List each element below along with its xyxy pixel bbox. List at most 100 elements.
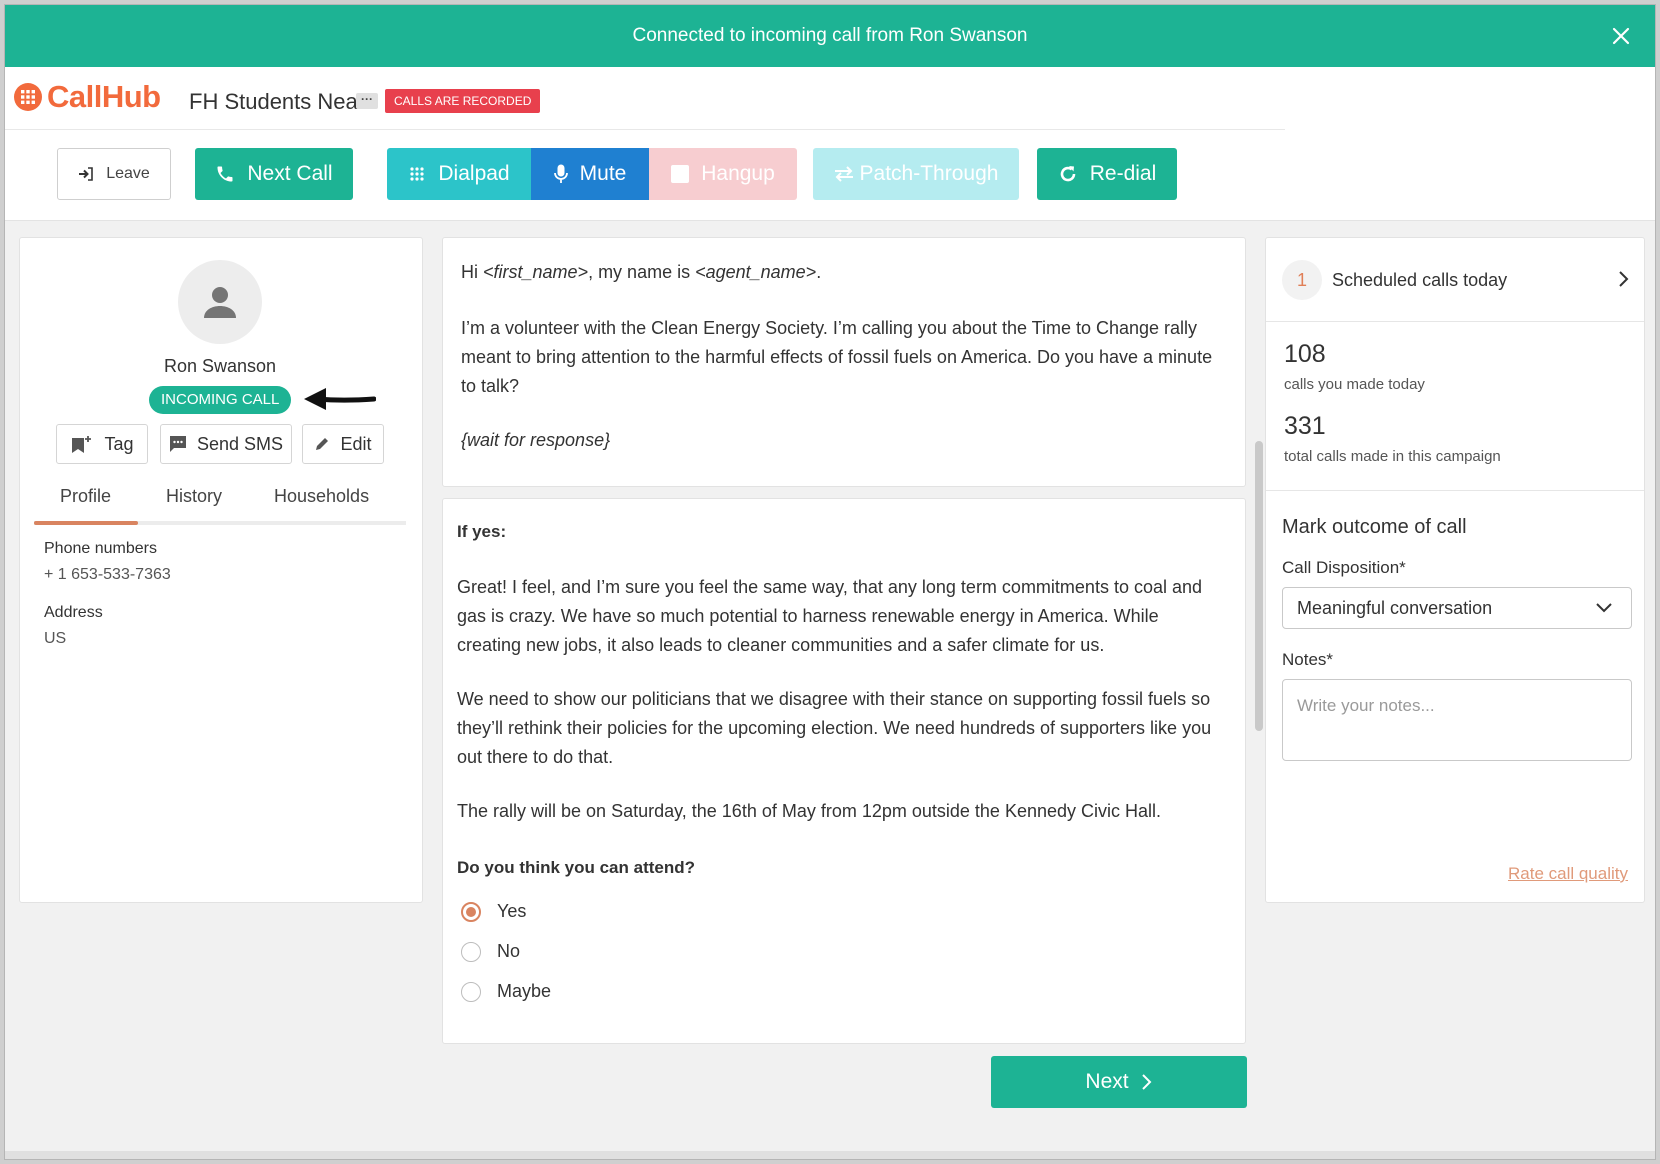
- next-label: Next: [1085, 1070, 1129, 1093]
- option-yes[interactable]: Yes: [461, 901, 526, 922]
- option-maybe-label: Maybe: [497, 981, 552, 1001]
- calls-today-count: 108: [1284, 340, 1326, 368]
- first-name-placeholder: <first_name>: [483, 262, 589, 282]
- phone-numbers-label: Phone numbers: [44, 540, 157, 557]
- redial-label: Re-dial: [1089, 162, 1157, 185]
- hangup-label: Hangup: [701, 162, 775, 185]
- call-stats-panel: 1 Scheduled calls today 108 calls you ma…: [1265, 237, 1645, 903]
- campaign-name: FH Students Nea: [189, 89, 358, 114]
- next-call-label: Next Call: [247, 162, 333, 185]
- phone-number-value: + 1 653-533-7363: [44, 566, 171, 583]
- dialpad-label: Dialpad: [438, 162, 510, 185]
- app-window: Connected to incoming call from Ron Swan…: [4, 4, 1656, 1160]
- radio-maybe[interactable]: [461, 981, 481, 1002]
- survey-question: Do you think you can attend?: [457, 858, 696, 877]
- tab-profile[interactable]: Profile: [60, 486, 111, 507]
- redo-icon: [1060, 166, 1076, 182]
- bottom-strip: [5, 1151, 1655, 1159]
- close-icon[interactable]: [1609, 24, 1633, 48]
- calls-today-label: calls you made today: [1284, 376, 1425, 393]
- header: CallHub FH Students Nea ··· CALLS ARE RE…: [5, 67, 1655, 221]
- dialpad-icon: [410, 167, 424, 181]
- next-button[interactable]: Next: [991, 1056, 1247, 1108]
- outcome-title: Mark outcome of call: [1282, 516, 1467, 538]
- radio-no[interactable]: [461, 941, 481, 962]
- option-maybe[interactable]: Maybe: [461, 981, 551, 1002]
- scheduled-count: 1: [1282, 260, 1322, 300]
- total-calls-label: total calls made in this campaign: [1284, 448, 1501, 465]
- banner-message: Connected to incoming call from Ron Swan…: [632, 25, 1028, 46]
- logo-text: CallHub: [47, 79, 161, 114]
- callhub-logo: CallHub: [13, 79, 161, 115]
- script-paragraph-2: We need to show our politicians that we …: [457, 689, 1212, 767]
- mute-label: Mute: [579, 162, 627, 185]
- option-no[interactable]: No: [461, 941, 520, 962]
- greeting-mid: , my name is: [588, 262, 696, 282]
- chevron-right-icon: [1141, 1074, 1152, 1090]
- avatar: [178, 260, 262, 344]
- dialpad-button[interactable]: Dialpad: [387, 148, 533, 200]
- leave-label: Leave: [106, 165, 150, 182]
- address-label: Address: [44, 604, 103, 621]
- scheduled-calls-row[interactable]: 1 Scheduled calls today: [1266, 238, 1644, 322]
- radio-yes[interactable]: [461, 901, 481, 922]
- header-divider: [5, 129, 1285, 130]
- address-value: US: [44, 630, 67, 647]
- contact-profile-panel: Ron Swanson INCOMING CALL Tag Send SMS E…: [19, 237, 423, 903]
- campaign-more-button[interactable]: ···: [356, 93, 378, 109]
- tab-households[interactable]: Households: [274, 486, 369, 507]
- mute-button[interactable]: Mute: [531, 148, 649, 200]
- user-icon: [204, 287, 236, 318]
- patch-through-label: Patch-Through: [859, 162, 999, 185]
- script-wait-note: {wait for response}: [461, 430, 611, 450]
- send-sms-button[interactable]: Send SMS: [160, 424, 292, 464]
- stop-icon: [671, 165, 690, 183]
- leave-button[interactable]: Leave: [57, 148, 171, 200]
- call-banner: Connected to incoming call from Ron Swan…: [5, 5, 1655, 67]
- hangup-button[interactable]: Hangup: [649, 148, 797, 200]
- tab-history[interactable]: History: [166, 486, 222, 507]
- incoming-call-badge: INCOMING CALL: [149, 386, 292, 414]
- chevron-down-icon: [1596, 603, 1612, 613]
- greeting-hi: Hi: [461, 262, 483, 282]
- option-yes-label: Yes: [497, 901, 527, 921]
- edit-label: Edit: [340, 433, 372, 454]
- notes-label: Notes*: [1282, 650, 1334, 669]
- exchange-icon: [834, 166, 853, 182]
- chat-icon: [169, 436, 186, 452]
- calls-recorded-badge: CALLS ARE RECORDED: [385, 89, 541, 113]
- greeting-end: .: [816, 262, 822, 282]
- arrow-left-icon: [304, 388, 376, 410]
- bookmark-plus-icon: [72, 436, 92, 453]
- script-paragraph-1: Great! I feel, and I’m sure you feel the…: [457, 577, 1203, 655]
- script-main-panel: If yes: Great! I feel, and I’m sure you …: [442, 498, 1246, 1044]
- contact-name: Ron Swanson: [163, 356, 277, 376]
- pencil-icon: [316, 438, 329, 450]
- next-call-button[interactable]: Next Call: [195, 148, 353, 200]
- if-yes-heading: If yes:: [457, 522, 507, 541]
- rate-call-quality-link[interactable]: Rate call quality: [1266, 864, 1628, 884]
- script-scrollbar[interactable]: [1255, 441, 1263, 731]
- sign-in-icon: [79, 167, 94, 181]
- total-calls-count: 331: [1284, 412, 1326, 440]
- scheduled-label: Scheduled calls today: [1332, 270, 1508, 290]
- script-paragraph-3: The rally will be on Saturday, the 16th …: [457, 801, 1162, 821]
- patch-through-button[interactable]: Patch-Through: [813, 148, 1019, 200]
- microphone-icon: [553, 164, 568, 183]
- agent-name-placeholder: <agent_name>: [695, 262, 817, 282]
- tag-label: Tag: [104, 433, 134, 454]
- active-tab-indicator: [34, 521, 138, 525]
- redial-button[interactable]: Re-dial: [1037, 148, 1177, 200]
- disposition-label: Call Disposition*: [1282, 558, 1406, 577]
- edit-button[interactable]: Edit: [302, 424, 384, 464]
- notes-input[interactable]: [1282, 679, 1632, 761]
- tag-button[interactable]: Tag: [56, 424, 148, 464]
- chevron-right-icon: [1619, 271, 1629, 287]
- disposition-value: Meaningful conversation: [1297, 598, 1493, 618]
- option-no-label: No: [497, 941, 521, 961]
- phone-icon: [217, 166, 233, 182]
- script-intro-panel: Hi <first_name>, my name is <agent_name>…: [442, 237, 1246, 487]
- disposition-select[interactable]: Meaningful conversation: [1282, 587, 1632, 629]
- send-sms-label: Send SMS: [196, 433, 284, 454]
- script-intro-paragraph: I’m a volunteer with the Clean Energy So…: [461, 318, 1213, 396]
